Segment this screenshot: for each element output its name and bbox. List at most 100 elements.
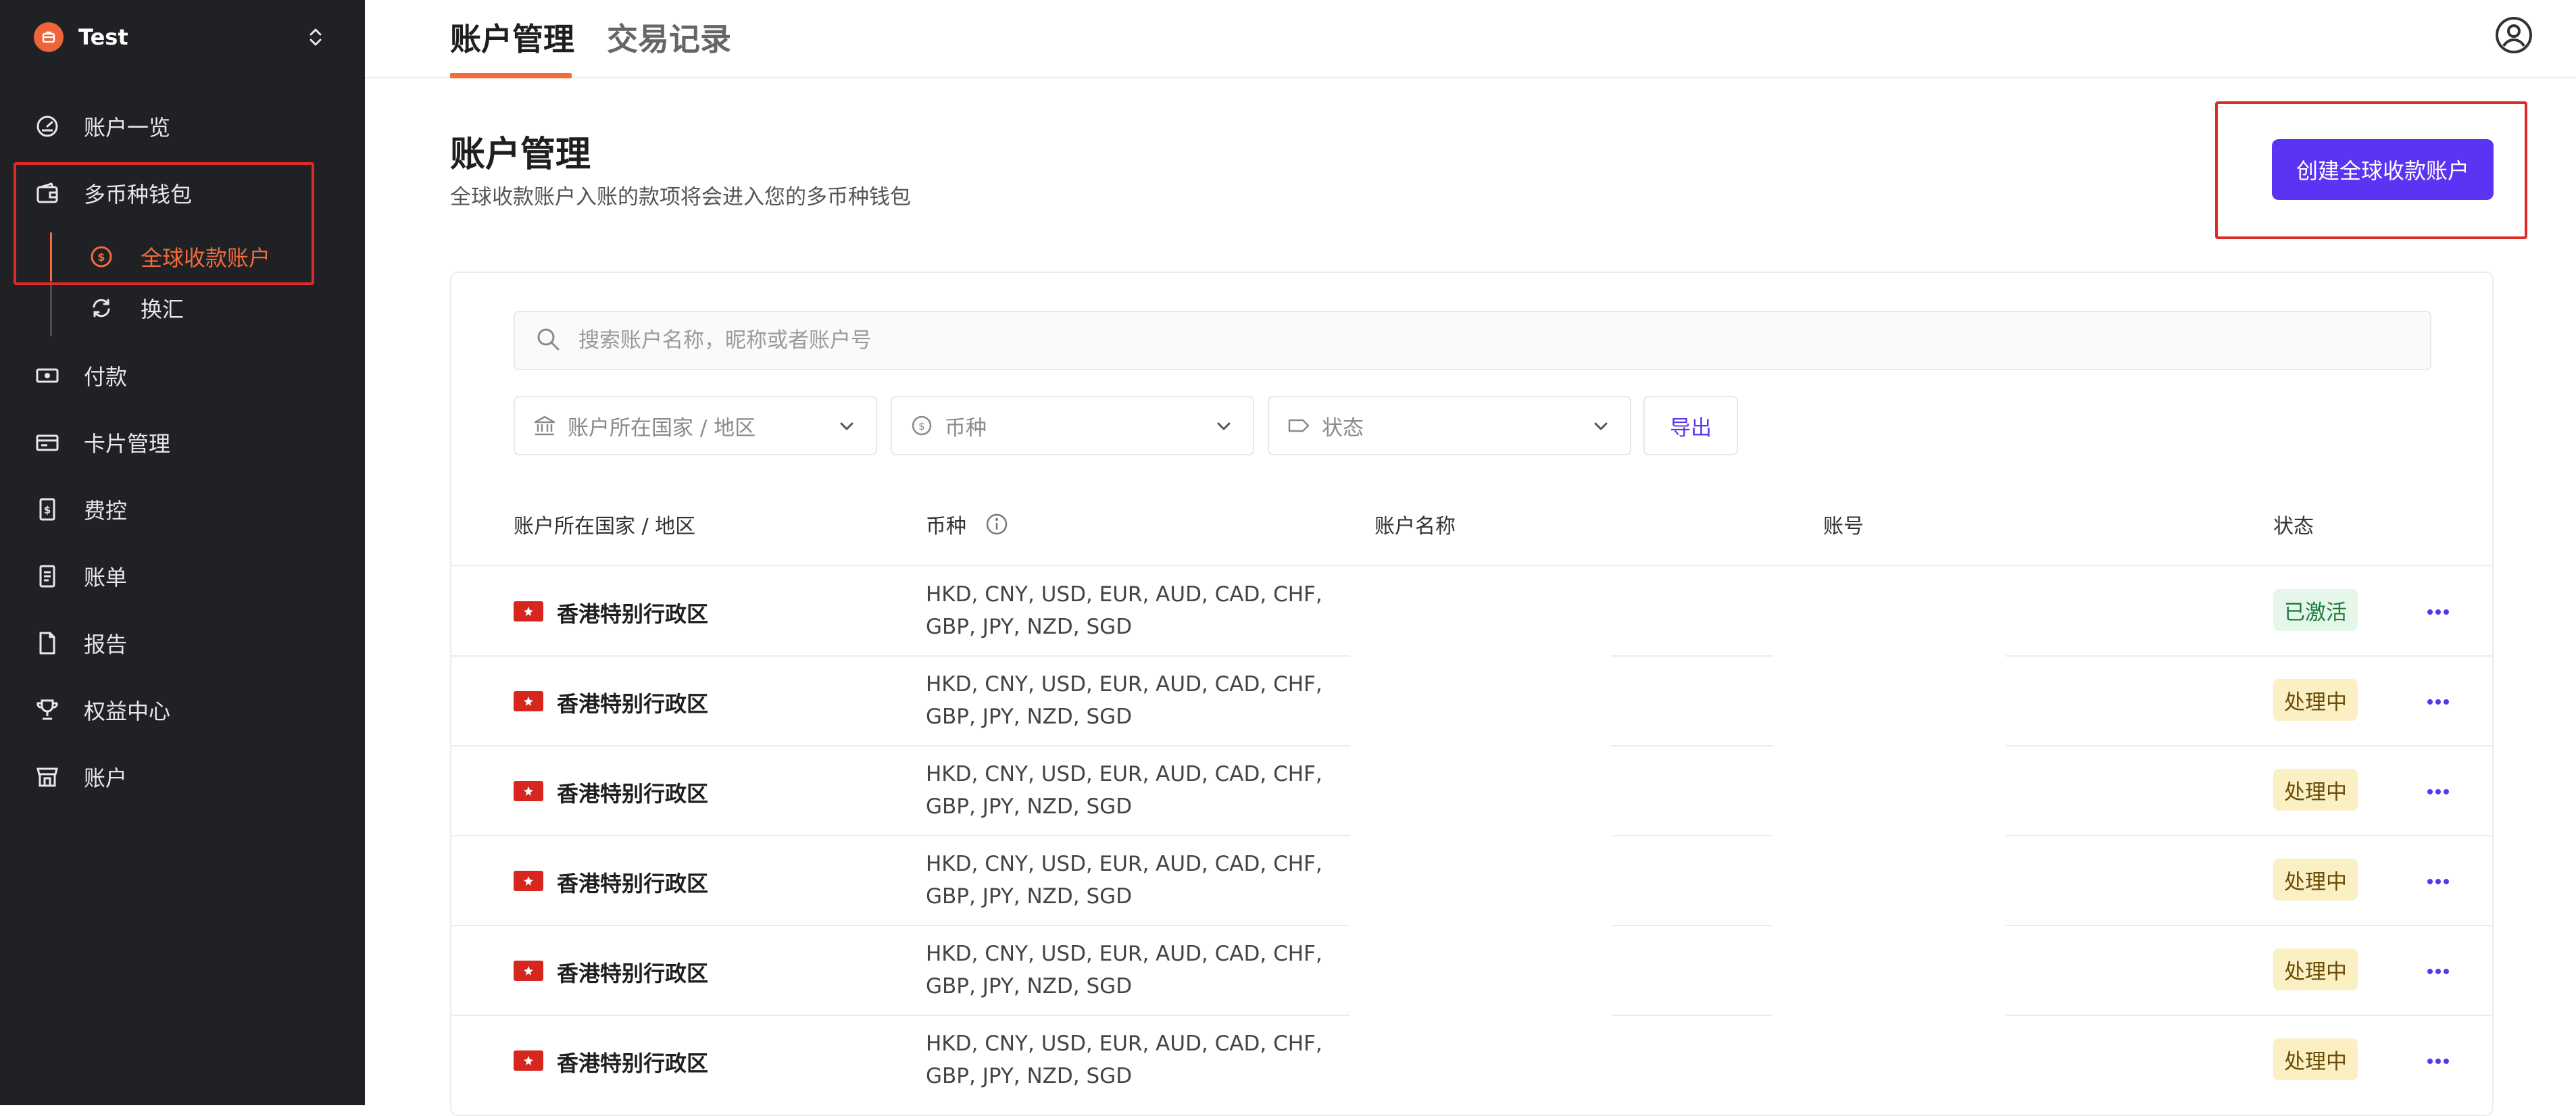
- bank-icon: [531, 412, 558, 439]
- currency-list: HKD, CNY, USD, EUR, AUD, CAD, CHF, GBP, …: [926, 758, 1331, 823]
- table-row[interactable]: 香港特别行政区 HKD, CNY, USD, EUR, AUD, CAD, CH…: [451, 925, 2492, 1015]
- more-options-icon[interactable]: [2425, 958, 2452, 988]
- svg-text:$: $: [918, 420, 925, 432]
- search-box[interactable]: [514, 311, 2431, 370]
- workspace-name: Test: [78, 24, 128, 50]
- workspace-switcher[interactable]: Test: [34, 20, 324, 54]
- hong-kong-flag-icon: [514, 781, 543, 801]
- sidebar-item-rewards[interactable]: 权益中心: [34, 690, 331, 730]
- table-row[interactable]: 香港特别行政区 HKD, CNY, USD, EUR, AUD, CAD, CH…: [451, 566, 2492, 656]
- currency-list: HKD, CNY, USD, EUR, AUD, CAD, CHF, GBP, …: [926, 668, 1331, 733]
- money-icon: [34, 362, 61, 389]
- region-name: 香港特别行政区: [557, 691, 709, 717]
- currency-line: GBP, JPY, NZD, SGD: [926, 794, 1133, 819]
- hong-kong-flag-icon: [514, 961, 543, 981]
- table-row[interactable]: 香港特别行政区 HKD, CNY, USD, EUR, AUD, CAD, CH…: [451, 836, 2492, 925]
- top-tab-bar: 账户管理 交易记录: [365, 0, 2576, 78]
- currency-line: GBP, JPY, NZD, SGD: [926, 615, 1133, 639]
- sidebar-item-label: 权益中心: [84, 699, 171, 724]
- sidebar-item-label: 卡片管理: [84, 431, 171, 457]
- tab-transactions[interactable]: 交易记录: [607, 15, 731, 59]
- create-global-account-button[interactable]: 创建全球收款账户: [2272, 139, 2494, 200]
- sidebar-item-bills[interactable]: 账单: [34, 556, 331, 597]
- hong-kong-flag-icon: [514, 1050, 543, 1071]
- accounts-card: 账户所在国家 / 地区 $ 币种 状态 导出 账户所在国家 / 地区 币种 账户…: [450, 272, 2494, 1116]
- region-name: 香港特别行政区: [557, 961, 709, 986]
- status-badge: 处理中: [2273, 948, 2358, 990]
- chevron-down-icon: [837, 416, 857, 442]
- bill-icon: [34, 563, 61, 590]
- region-name: 香港特别行政区: [557, 871, 709, 896]
- status-badge: 已激活: [2273, 589, 2358, 631]
- currency-filter-label: 币种: [945, 415, 987, 440]
- currency-line: GBP, JPY, NZD, SGD: [926, 1064, 1133, 1088]
- export-button[interactable]: 导出: [1643, 396, 1738, 455]
- dashboard-icon: [34, 113, 61, 140]
- sidebar-subitem-exchange[interactable]: 换汇: [88, 288, 331, 328]
- country-filter-select[interactable]: 账户所在国家 / 地区: [514, 396, 877, 455]
- currency-line: HKD, CNY, USD, EUR, AUD, CAD, CHF,: [926, 942, 1322, 966]
- user-avatar-icon[interactable]: [2494, 15, 2534, 55]
- status-badge: 处理中: [2273, 859, 2358, 901]
- card-icon: [34, 429, 61, 456]
- more-options-icon[interactable]: [2425, 1048, 2452, 1077]
- sidebar-item-label: 报告: [84, 632, 128, 657]
- page-title: 账户管理: [450, 134, 591, 175]
- tab-account-management[interactable]: 账户管理: [450, 15, 574, 59]
- exchange-icon: [88, 295, 115, 322]
- table-row[interactable]: 香港特别行政区 HKD, CNY, USD, EUR, AUD, CAD, CH…: [451, 746, 2492, 836]
- info-icon[interactable]: [985, 513, 1008, 536]
- sidebar-item-label: 付款: [84, 364, 128, 390]
- currency-list: HKD, CNY, USD, EUR, AUD, CAD, CHF, GBP, …: [926, 848, 1331, 913]
- currency-line: HKD, CNY, USD, EUR, AUD, CAD, CHF,: [926, 1032, 1322, 1056]
- sidebar-item-account[interactable]: 账户: [34, 757, 331, 797]
- hong-kong-flag-icon: [514, 601, 543, 622]
- chevron-up-down-icon: [307, 26, 324, 51]
- country-filter-label: 账户所在国家 / 地区: [568, 415, 756, 440]
- search-icon: [535, 326, 561, 355]
- sidebar-item-label: 账户一览: [84, 115, 171, 141]
- table-row[interactable]: 香港特别行政区 HKD, CNY, USD, EUR, AUD, CAD, CH…: [451, 1015, 2492, 1105]
- store-icon: [34, 763, 61, 790]
- status-filter-select[interactable]: 状态: [1268, 396, 1631, 455]
- trophy-icon: [34, 696, 61, 724]
- more-options-icon[interactable]: [2425, 599, 2452, 628]
- sidebar-item-payments[interactable]: 付款: [34, 355, 331, 396]
- sidebar-item-overview[interactable]: 账户一览: [34, 106, 331, 147]
- sidebar-item-expense[interactable]: $ 费控: [34, 489, 331, 530]
- column-header-status: 状态: [2273, 515, 2314, 538]
- report-icon: [34, 630, 61, 657]
- column-header-label: 币种: [926, 515, 966, 538]
- sidebar-subitem-label: 换汇: [141, 297, 184, 322]
- currency-line: GBP, JPY, NZD, SGD: [926, 974, 1133, 998]
- currency-list: HKD, CNY, USD, EUR, AUD, CAD, CHF, GBP, …: [926, 1028, 1331, 1092]
- column-header-currency: 币种: [926, 509, 1008, 539]
- column-header-account-name: 账户名称: [1374, 515, 1456, 538]
- search-input[interactable]: [577, 328, 2334, 353]
- currency-line: HKD, CNY, USD, EUR, AUD, CAD, CHF,: [926, 672, 1322, 696]
- status-badge: 处理中: [2273, 769, 2358, 811]
- tag-icon: [1285, 412, 1312, 439]
- status-badge: 处理中: [2273, 679, 2358, 721]
- highlight-box-sidebar: [14, 162, 314, 285]
- currency-filter-select[interactable]: $ 币种: [891, 396, 1254, 455]
- currency-line: HKD, CNY, USD, EUR, AUD, CAD, CHF,: [926, 852, 1322, 876]
- more-options-icon[interactable]: [2425, 868, 2452, 898]
- sidebar-item-reports[interactable]: 报告: [34, 623, 331, 663]
- region-name: 香港特别行政区: [557, 1050, 709, 1076]
- chevron-down-icon: [1214, 416, 1234, 442]
- currency-list: HKD, CNY, USD, EUR, AUD, CAD, CHF, GBP, …: [926, 938, 1331, 1003]
- currency-line: HKD, CNY, USD, EUR, AUD, CAD, CHF,: [926, 582, 1322, 607]
- currency-line: GBP, JPY, NZD, SGD: [926, 705, 1133, 729]
- currency-line: HKD, CNY, USD, EUR, AUD, CAD, CHF,: [926, 762, 1322, 786]
- status-filter-label: 状态: [1322, 415, 1364, 440]
- sidebar-item-cards[interactable]: 卡片管理: [34, 422, 331, 463]
- region-name: 香港特别行政区: [557, 781, 709, 807]
- more-options-icon[interactable]: [2425, 688, 2452, 718]
- table-row[interactable]: 香港特别行政区 HKD, CNY, USD, EUR, AUD, CAD, CH…: [451, 656, 2492, 746]
- sidebar-item-label: 账户: [84, 765, 128, 791]
- page-subtitle: 全球收款账户入账的款项将会进入您的多币种钱包: [450, 185, 911, 209]
- more-options-icon[interactable]: [2425, 778, 2452, 808]
- chevron-down-icon: [1591, 416, 1611, 442]
- sidebar-item-label: 费控: [84, 498, 128, 524]
